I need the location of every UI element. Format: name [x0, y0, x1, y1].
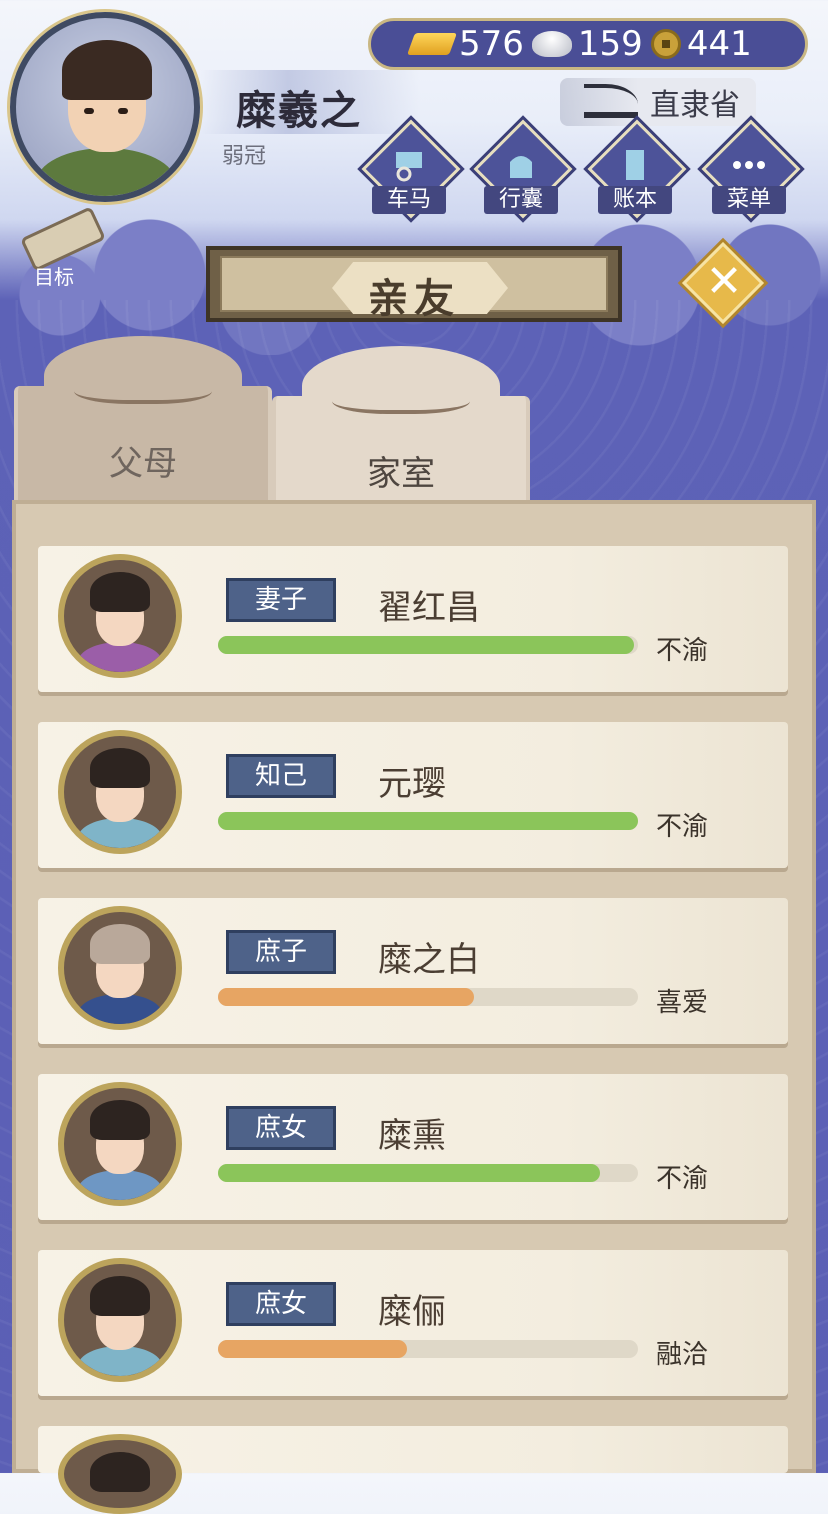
- silver-ingot-icon: [531, 31, 572, 57]
- page-title-board: 亲友: [206, 246, 622, 322]
- relative-card[interactable]: 庶女 糜熏 不渝: [38, 1074, 788, 1220]
- ledger-label: 账本: [598, 186, 672, 214]
- relative-card[interactable]: 妻子 翟红昌 不渝: [38, 546, 788, 692]
- menu-label: 菜单: [712, 186, 786, 214]
- gold-value: 576: [459, 24, 524, 64]
- location-label: 直隶省: [650, 88, 740, 123]
- title-inner-frame: 亲友: [220, 256, 608, 322]
- avatar-eye: [84, 108, 94, 114]
- affection-fill: [218, 1340, 407, 1358]
- gold-ingot-icon: [406, 33, 458, 55]
- copper-resource: 441: [650, 24, 752, 64]
- relative-portrait: [58, 554, 182, 678]
- cloud-ornament-icon: [74, 372, 212, 404]
- affection-bar: [218, 1164, 638, 1182]
- location-button[interactable]: 直隶省: [560, 78, 756, 126]
- affection-fill: [218, 636, 634, 654]
- page-title: 亲友: [368, 276, 460, 322]
- relative-name: 糜之白: [378, 940, 480, 980]
- mood-label: 不渝: [656, 812, 709, 842]
- portrait-hair: [90, 1276, 150, 1316]
- portrait-hair: [90, 1100, 150, 1140]
- silver-resource: 159: [531, 24, 643, 64]
- relative-card-partial[interactable]: [38, 1426, 788, 1514]
- tab-parents[interactable]: 父母: [14, 336, 272, 506]
- cloud-ornament-icon: [332, 382, 470, 414]
- relation-badge: 庶子: [226, 930, 336, 974]
- carriage-icon: [396, 152, 422, 182]
- relation-badge: 知己: [226, 754, 336, 798]
- ledger-button[interactable]: 账本: [587, 119, 687, 219]
- relative-portrait: [58, 1434, 182, 1514]
- affection-bar: [218, 988, 638, 1006]
- portrait-hair: [90, 1452, 150, 1492]
- menu-button[interactable]: 菜单: [701, 119, 801, 219]
- relative-name: 元璎: [378, 764, 446, 804]
- affection-fill: [218, 812, 638, 830]
- portrait-robe: [78, 818, 162, 848]
- goal-button[interactable]: 目标: [10, 206, 106, 289]
- player-avatar[interactable]: [10, 12, 200, 202]
- avatar-hair: [62, 40, 152, 100]
- relative-card[interactable]: 庶女 糜俪 融洽: [38, 1250, 788, 1396]
- relative-portrait: [58, 730, 182, 854]
- tab-family[interactable]: 家室: [272, 346, 530, 516]
- copper-coin-icon: [650, 29, 681, 59]
- portrait-hair: [90, 748, 150, 788]
- portrait-robe: [78, 994, 162, 1024]
- portrait-hair: [90, 924, 150, 964]
- goal-label: 目标: [34, 265, 74, 289]
- bag-button[interactable]: 行囊: [473, 119, 573, 219]
- portrait-robe: [78, 1346, 162, 1376]
- relative-portrait: [58, 1082, 182, 1206]
- portrait-robe: [78, 1170, 162, 1200]
- relative-name: 糜俪: [378, 1292, 446, 1332]
- tab-family-label: 家室: [367, 454, 435, 494]
- affection-fill: [218, 1164, 601, 1182]
- relative-portrait: [58, 1258, 182, 1382]
- close-icon: ✕: [705, 256, 743, 307]
- mood-label: 喜爱: [656, 988, 709, 1018]
- mood-label: 融洽: [656, 1340, 709, 1370]
- more-dots-icon: [733, 161, 765, 169]
- silver-value: 159: [577, 24, 643, 64]
- affection-fill: [218, 988, 475, 1006]
- portrait-robe: [78, 642, 162, 672]
- mood-label: 不渝: [656, 1164, 709, 1194]
- bag-icon: [510, 156, 532, 178]
- relative-name: 糜熏: [378, 1116, 446, 1156]
- copper-value: 441: [686, 24, 752, 64]
- player-age-title: 弱冠: [222, 144, 267, 169]
- carriage-label: 车马: [372, 186, 446, 214]
- affection-bar: [218, 1340, 638, 1358]
- relation-badge: 妻子: [226, 578, 336, 622]
- player-name: 糜羲之: [236, 88, 362, 134]
- affection-bar: [218, 812, 638, 830]
- carriage-button[interactable]: 车马: [361, 119, 461, 219]
- affection-bar: [218, 636, 638, 654]
- iron-icon: [584, 84, 638, 118]
- avatar-eye: [118, 108, 128, 114]
- relative-card[interactable]: 庶子 糜之白 喜爱: [38, 898, 788, 1044]
- relative-card[interactable]: 知己 元璎 不渝: [38, 722, 788, 868]
- gold-resource: 576: [406, 24, 524, 64]
- resource-bar: 576 159 441: [368, 18, 808, 70]
- relative-name: 翟红昌: [378, 588, 480, 628]
- tab-parents-label: 父母: [109, 444, 177, 484]
- relation-badge: 庶女: [226, 1106, 336, 1150]
- portrait-hair: [90, 572, 150, 612]
- relation-badge: 庶女: [226, 1282, 336, 1326]
- mood-label: 不渝: [656, 636, 709, 666]
- bag-label: 行囊: [484, 186, 558, 214]
- ledger-icon: [626, 150, 644, 180]
- avatar-robe: [36, 148, 176, 196]
- relative-portrait: [58, 906, 182, 1030]
